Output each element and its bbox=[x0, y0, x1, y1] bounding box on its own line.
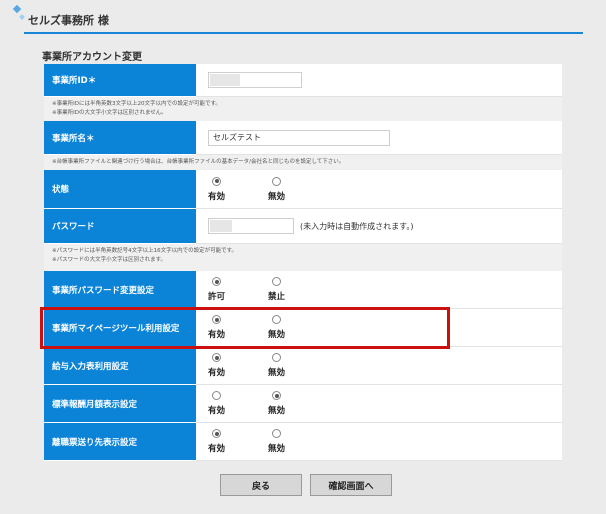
header-title: セルズ事務所 様 bbox=[28, 14, 109, 27]
resignation-label: 離職票送り先表示設定 bbox=[44, 423, 196, 461]
mypage-tool-option-invalid[interactable]: 無効 bbox=[268, 315, 328, 340]
row-resignation: 離職票送り先表示設定 有効 無効 bbox=[44, 423, 562, 461]
logo-diamond-icon bbox=[12, 4, 22, 14]
office-id-notes: ※事業所IDには半角英数3文字以上20文字以内での設定が可能です。 ※事業所ID… bbox=[44, 97, 562, 121]
radio-unchecked-icon[interactable] bbox=[212, 391, 221, 400]
radio-checked-icon[interactable] bbox=[212, 277, 221, 286]
radio-unchecked-icon[interactable] bbox=[272, 277, 281, 286]
standard-pay-label: 標準報酬月額表示設定 bbox=[44, 385, 196, 423]
office-name-input[interactable]: セルズテスト bbox=[208, 129, 390, 146]
office-name-label: 事業所名＊ bbox=[44, 121, 196, 155]
note-line: ※台帳事業所ファイルと関連づけ行う場合は、台帳事業所ファイルの基本データ/会社名… bbox=[52, 159, 345, 165]
mypage-tool-option-valid[interactable]: 有効 bbox=[208, 315, 268, 340]
note-line: ※パスワードには半角英数記号4文字以上16文字以内での設定が可能です。 bbox=[52, 248, 238, 254]
page-title: 事業所アカウント変更 bbox=[42, 52, 142, 63]
row-salary-input: 給与入力表利用設定 有効 無効 bbox=[44, 347, 562, 385]
radio-checked-icon[interactable] bbox=[212, 315, 221, 324]
note-line: ※事業所IDには半角英数3文字以上20文字以内での設定が可能です。 bbox=[52, 101, 221, 107]
masked-value bbox=[210, 220, 232, 232]
confirm-button[interactable]: 確認画面へ bbox=[310, 474, 392, 496]
radio-checked-icon[interactable] bbox=[212, 176, 221, 186]
standard-pay-option-invalid[interactable]: 無効 bbox=[268, 391, 328, 416]
header-divider bbox=[24, 32, 583, 34]
row-pw-change: 事業所パスワード変更設定 許可 禁止 bbox=[44, 271, 562, 309]
radio-checked-icon[interactable] bbox=[272, 391, 281, 400]
note-line: ※事業所IDの大文字小文字は区別されません。 bbox=[52, 110, 167, 116]
office-name-notes: ※台帳事業所ファイルと関連づけ行う場合は、台帳事業所ファイルの基本データ/会社名… bbox=[44, 155, 562, 170]
office-id-label: 事業所ID＊ bbox=[44, 64, 196, 97]
masked-value bbox=[210, 74, 240, 86]
password-label: パスワード bbox=[44, 209, 196, 244]
row-standard-pay: 標準報酬月額表示設定 有効 無効 bbox=[44, 385, 562, 423]
row-status: 状態 有効 無効 bbox=[44, 170, 562, 209]
radio-checked-icon[interactable] bbox=[212, 429, 221, 438]
radio-unchecked-icon[interactable] bbox=[272, 429, 281, 438]
mypage-tool-label: 事業所マイページツール利用設定 bbox=[44, 309, 196, 347]
account-form: 事業所ID＊ ※事業所IDには半角英数3文字以上20文字以内での設定が可能です。… bbox=[44, 64, 562, 461]
row-office-name: 事業所名＊ セルズテスト bbox=[44, 121, 562, 155]
note-line: ※パスワードの大文字小文字は区別されます。 bbox=[52, 257, 167, 263]
resignation-option-invalid[interactable]: 無効 bbox=[268, 429, 328, 454]
resignation-option-valid[interactable]: 有効 bbox=[208, 429, 268, 454]
form-buttons: 戻る 確認画面へ bbox=[220, 474, 392, 496]
pw-change-label: 事業所パスワード変更設定 bbox=[44, 271, 196, 309]
standard-pay-option-valid[interactable]: 有効 bbox=[208, 391, 268, 416]
password-notes: ※パスワードには半角英数記号4文字以上16文字以内での設定が可能です。 ※パスワ… bbox=[44, 244, 562, 271]
pw-change-option-deny[interactable]: 禁止 bbox=[268, 277, 328, 302]
row-password: パスワード (未入力時は自動作成されます。) bbox=[44, 209, 562, 244]
radio-unchecked-icon[interactable] bbox=[272, 353, 281, 362]
pw-change-option-allow[interactable]: 許可 bbox=[208, 277, 268, 302]
row-office-id: 事業所ID＊ bbox=[44, 64, 562, 97]
radio-unchecked-icon[interactable] bbox=[272, 315, 281, 324]
back-button[interactable]: 戻る bbox=[220, 474, 302, 496]
salary-input-label: 給与入力表利用設定 bbox=[44, 347, 196, 385]
salary-input-option-valid[interactable]: 有効 bbox=[208, 353, 268, 378]
row-mypage-tool: 事業所マイページツール利用設定 有効 無効 bbox=[44, 309, 562, 347]
status-radio-group: 有効 無効 bbox=[208, 176, 328, 202]
status-option-valid[interactable]: 有効 bbox=[208, 176, 268, 202]
logo-small-diamond-icon bbox=[19, 14, 25, 20]
password-hint: (未入力時は自動作成されます。) bbox=[300, 221, 414, 231]
status-option-invalid[interactable]: 無効 bbox=[268, 176, 328, 202]
radio-unchecked-icon[interactable] bbox=[272, 176, 281, 186]
radio-checked-icon[interactable] bbox=[212, 353, 221, 362]
salary-input-option-invalid[interactable]: 無効 bbox=[268, 353, 328, 378]
status-label: 状態 bbox=[44, 170, 196, 209]
